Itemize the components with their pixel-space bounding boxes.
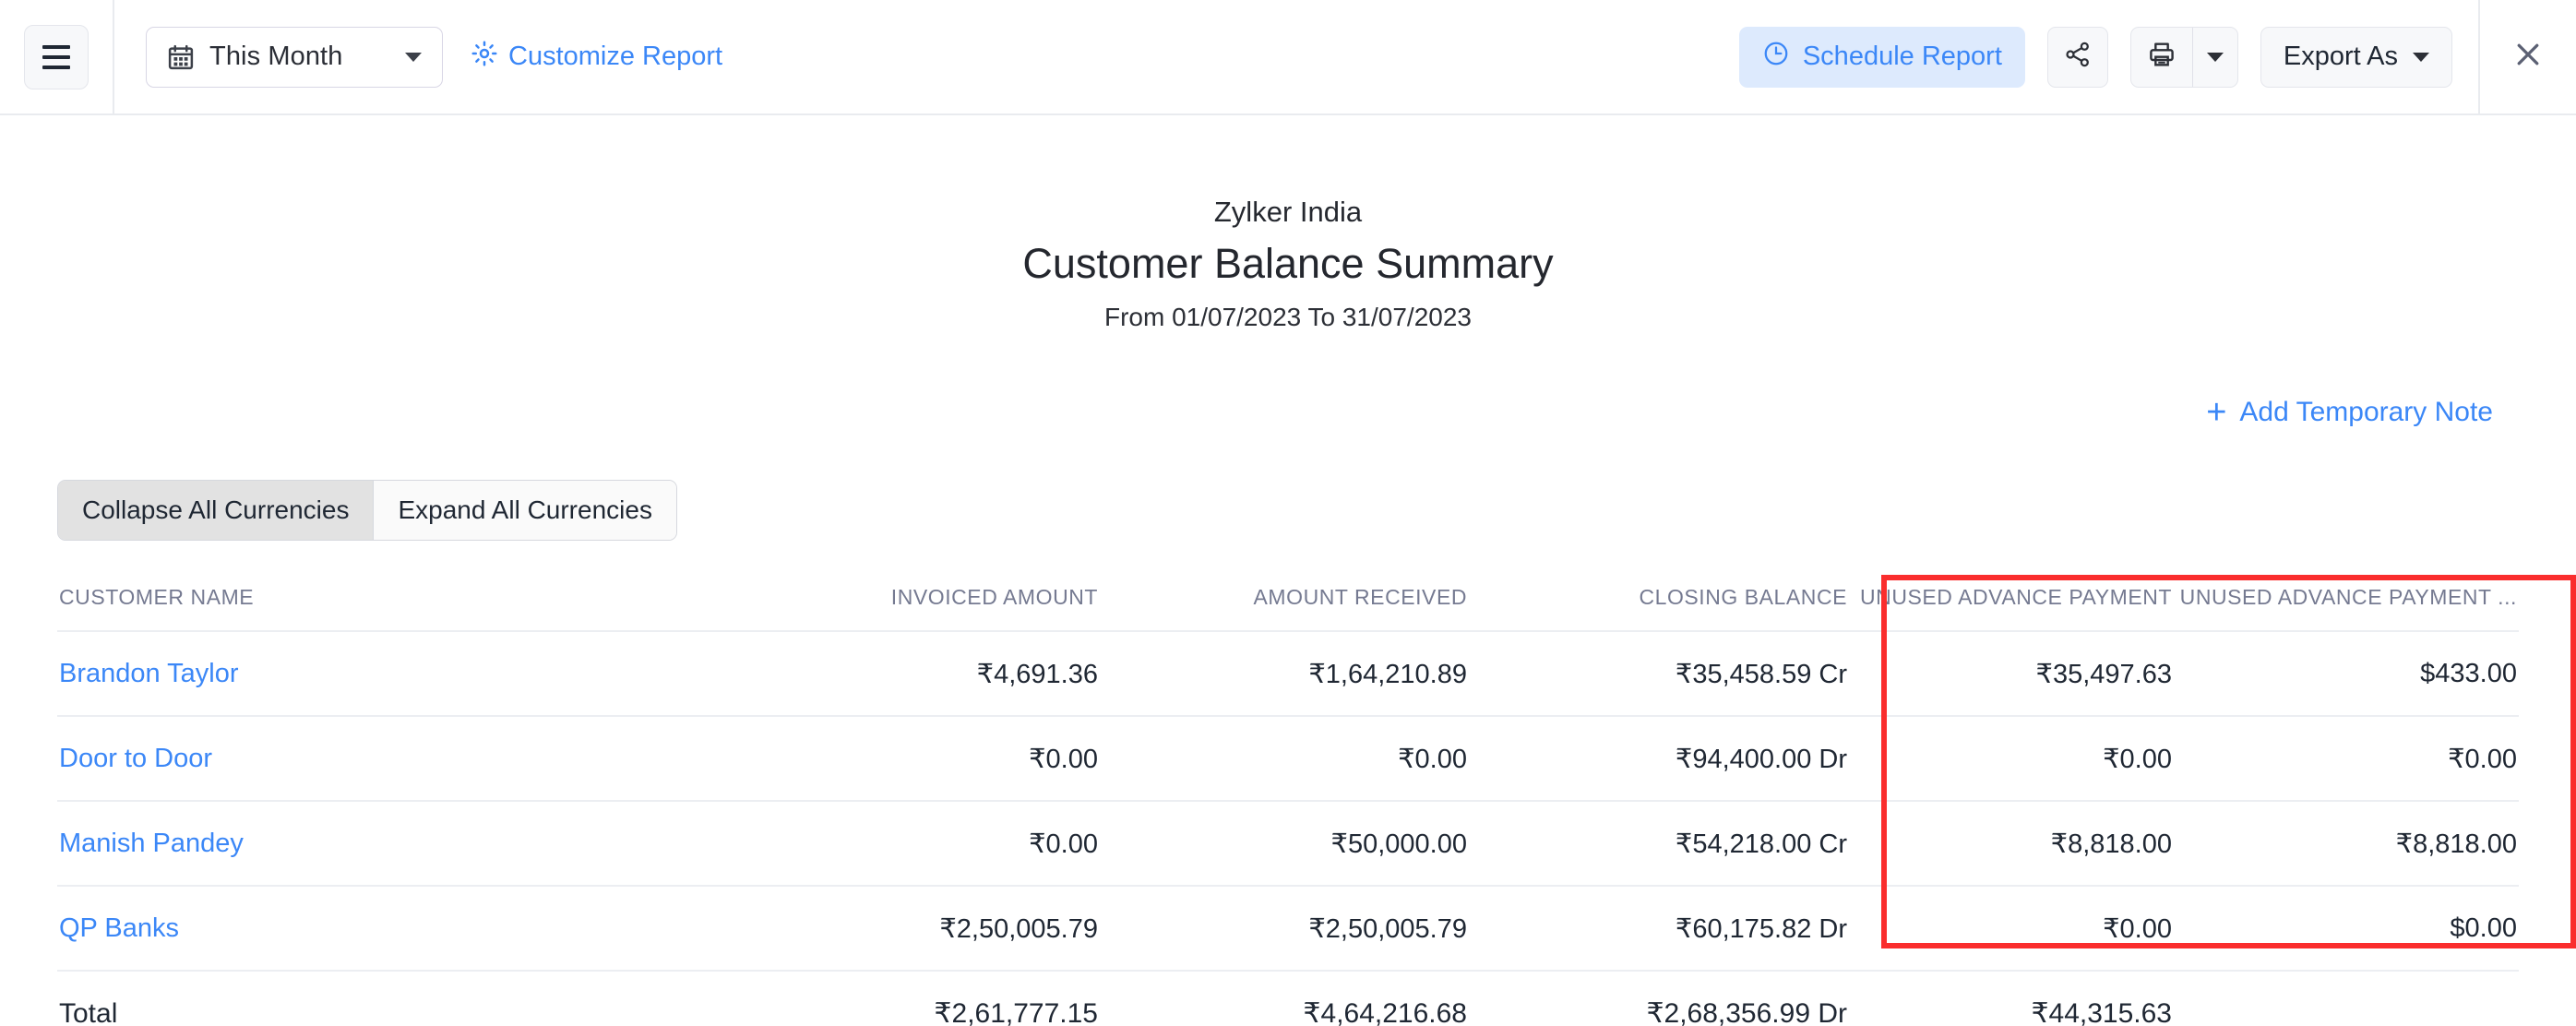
cell-invoiced-amount: ₹4,691.36: [745, 631, 1100, 716]
customer-link[interactable]: Manish Pandey: [59, 829, 244, 858]
share-button[interactable]: [2047, 27, 2108, 88]
cell-closing-balance: ₹60,175.82 Dr: [1469, 886, 1849, 971]
cell-unused-advance-payment-fc: $433.00: [2174, 631, 2519, 716]
column-header-invoiced-amount[interactable]: INVOICED AMOUNT: [745, 585, 1100, 631]
cell-unused-advance-payment: ₹8,818.00: [1849, 801, 2174, 886]
customer-link[interactable]: Brandon Taylor: [59, 659, 239, 688]
column-header-closing-balance[interactable]: CLOSING BALANCE: [1469, 585, 1849, 631]
report-date-range: From 01/07/2023 To 31/07/2023: [57, 303, 2519, 332]
customize-report-label: Customize Report: [508, 42, 722, 72]
column-header-unused-advance-payment[interactable]: UNUSED ADVANCE PAYMENT: [1849, 585, 2174, 631]
cell-amount-received: ₹2,50,005.79: [1100, 886, 1469, 971]
page-title: Customer Balance Summary: [57, 233, 2519, 293]
cell-total-unused-advance-payment-fc: [2174, 971, 2519, 1026]
table-header-row: CUSTOMER NAME INVOICED AMOUNT AMOUNT REC…: [57, 585, 2519, 631]
cell-amount-received: ₹1,64,210.89: [1100, 631, 1469, 716]
table-header: CUSTOMER NAME INVOICED AMOUNT AMOUNT REC…: [57, 585, 2519, 631]
currency-toggle-row: Collapse All Currencies Expand All Curre…: [57, 480, 2519, 541]
print-options-dropdown[interactable]: [2193, 28, 2237, 87]
cell-closing-balance: ₹54,218.00 Cr: [1469, 801, 1849, 886]
close-icon: [2511, 38, 2545, 76]
cell-unused-advance-payment-fc: ₹8,818.00: [2174, 801, 2519, 886]
schedule-report-label: Schedule Report: [1803, 42, 2002, 72]
customer-balance-table: CUSTOMER NAME INVOICED AMOUNT AMOUNT REC…: [57, 585, 2519, 1026]
chevron-down-icon: [405, 53, 422, 62]
table-row: Brandon Taylor ₹4,691.36 ₹1,64,210.89 ₹3…: [57, 631, 2519, 716]
customer-link[interactable]: QP Banks: [59, 913, 179, 943]
table-row: QP Banks ₹2,50,005.79 ₹2,50,005.79 ₹60,1…: [57, 886, 2519, 971]
hamburger-menu-button[interactable]: [24, 25, 89, 89]
hamburger-icon-line: [42, 66, 70, 69]
customize-report-button[interactable]: Customize Report: [471, 40, 722, 75]
cell-customer-name: Manish Pandey: [57, 801, 745, 886]
cell-closing-balance: ₹94,400.00 Dr: [1469, 716, 1849, 801]
collapse-all-currencies-button[interactable]: Collapse All Currencies: [58, 481, 373, 540]
date-range-select[interactable]: This Month: [146, 27, 443, 88]
cell-total-unused-advance-payment: ₹44,315.63: [1849, 971, 2174, 1026]
top-toolbar: This Month Customize Report Schedule Rep…: [0, 0, 2576, 115]
report-body: Zylker India Customer Balance Summary Fr…: [0, 115, 2576, 1026]
table-row: Door to Door ₹0.00 ₹0.00 ₹94,400.00 Dr ₹…: [57, 716, 2519, 801]
currency-toggle-group: Collapse All Currencies Expand All Curre…: [57, 480, 677, 541]
add-temporary-note-label: Add Temporary Note: [2239, 397, 2493, 428]
cell-invoiced-amount: ₹2,50,005.79: [745, 886, 1100, 971]
cell-invoiced-amount: ₹0.00: [745, 716, 1100, 801]
chevron-down-icon: [2207, 53, 2224, 62]
export-as-button[interactable]: Export As: [2260, 27, 2452, 88]
column-header-amount-received[interactable]: AMOUNT RECEIVED: [1100, 585, 1469, 631]
calendar-icon: [167, 43, 195, 71]
cell-customer-name: QP Banks: [57, 886, 745, 971]
plus-icon: +: [2206, 395, 2226, 430]
printer-icon: [2147, 40, 2176, 74]
print-button[interactable]: [2131, 28, 2192, 87]
toolbar-left-group: This Month Customize Report: [0, 0, 722, 113]
table-row: Manish Pandey ₹0.00 ₹50,000.00 ₹54,218.0…: [57, 801, 2519, 886]
cell-unused-advance-payment: ₹35,497.63: [1849, 631, 2174, 716]
export-as-label: Export As: [2284, 42, 2398, 72]
gear-icon: [471, 40, 498, 75]
cell-unused-advance-payment-fc: $0.00: [2174, 886, 2519, 971]
hamburger-icon-line: [42, 55, 70, 59]
date-range-label: This Month: [209, 42, 342, 72]
cell-unused-advance-payment-fc: ₹0.00: [2174, 716, 2519, 801]
expand-all-currencies-button[interactable]: Expand All Currencies: [374, 481, 675, 540]
cell-total-closing-balance: ₹2,68,356.99 Dr: [1469, 971, 1849, 1026]
table-body: Brandon Taylor ₹4,691.36 ₹1,64,210.89 ₹3…: [57, 631, 2519, 1026]
toolbar-divider-left: [113, 0, 114, 114]
clock-icon: [1762, 40, 1790, 75]
share-icon: [2063, 40, 2093, 74]
cell-amount-received: ₹0.00: [1100, 716, 1469, 801]
organization-name: Zylker India: [57, 193, 2519, 232]
chevron-down-icon: [2413, 53, 2429, 62]
hamburger-icon-line: [42, 45, 70, 49]
column-header-unused-advance-payment-fc[interactable]: UNUSED ADVANCE PAYMENT ...: [2174, 585, 2519, 631]
print-button-group[interactable]: [2130, 27, 2238, 88]
cell-customer-name: Brandon Taylor: [57, 631, 745, 716]
cell-unused-advance-payment: ₹0.00: [1849, 886, 2174, 971]
cell-total-invoiced-amount: ₹2,61,777.15: [745, 971, 1100, 1026]
add-note-row: + Add Temporary Note: [57, 395, 2519, 430]
add-temporary-note-button[interactable]: + Add Temporary Note: [2206, 395, 2493, 430]
cell-total-label: Total: [57, 971, 745, 1026]
cell-unused-advance-payment: ₹0.00: [1849, 716, 2174, 801]
customer-link[interactable]: Door to Door: [59, 744, 212, 773]
cell-amount-received: ₹50,000.00: [1100, 801, 1469, 886]
schedule-report-button[interactable]: Schedule Report: [1739, 27, 2025, 88]
cell-total-amount-received: ₹4,64,216.68: [1100, 971, 1469, 1026]
cell-customer-name: Door to Door: [57, 716, 745, 801]
report-header: Zylker India Customer Balance Summary Fr…: [57, 115, 2519, 332]
report-table-wrapper: CUSTOMER NAME INVOICED AMOUNT AMOUNT REC…: [57, 585, 2519, 1026]
cell-closing-balance: ₹35,458.59 Cr: [1469, 631, 1849, 716]
toolbar-right-group: Schedule Report: [1739, 0, 2576, 113]
table-total-row: Total ₹2,61,777.15 ₹4,64,216.68 ₹2,68,35…: [57, 971, 2519, 1026]
close-button[interactable]: [2480, 0, 2576, 114]
column-header-customer-name[interactable]: CUSTOMER NAME: [57, 585, 745, 631]
cell-invoiced-amount: ₹0.00: [745, 801, 1100, 886]
